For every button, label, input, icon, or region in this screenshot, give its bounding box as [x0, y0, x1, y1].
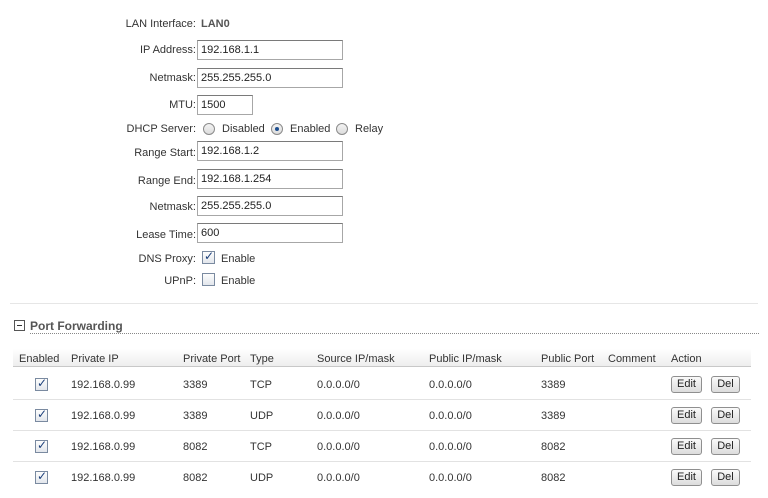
row-1-public-ip: 0.0.0.0/0: [429, 379, 472, 391]
range-end-input[interactable]: [197, 169, 343, 189]
col-enabled[interactable]: Enabled: [19, 352, 59, 366]
row-4-private-ip: 192.168.0.99: [71, 472, 136, 484]
row-3-type: TCP: [250, 441, 272, 453]
row-3-source: 0.0.0.0/0: [317, 441, 360, 453]
row-2-public-port: 3389: [541, 410, 566, 422]
lease-time-label: Lease Time:: [136, 229, 196, 241]
row-4-enabled-checkbox[interactable]: [35, 469, 48, 484]
row-divider: [13, 399, 751, 400]
port-forwarding-title: Port Forwarding: [30, 319, 123, 333]
row-1-type: TCP: [250, 379, 272, 391]
col-public-ip-mask[interactable]: Public IP/mask: [429, 352, 502, 366]
row-3-enabled-checkbox[interactable]: [35, 438, 48, 453]
dhcp-enabled-radio[interactable]: [271, 123, 283, 135]
row-4-public-ip: 0.0.0.0/0: [429, 472, 472, 484]
ip-address-input[interactable]: [197, 40, 343, 60]
col-private-port[interactable]: Private Port: [183, 352, 240, 366]
row-2-source: 0.0.0.0/0: [317, 410, 360, 422]
col-source-ip-mask[interactable]: Source IP/mask: [317, 352, 395, 366]
row-3-edit-button[interactable]: Edit: [671, 438, 702, 455]
row-4-source: 0.0.0.0/0: [317, 472, 360, 484]
row-3-del-button[interactable]: Del: [711, 438, 740, 455]
row-3-public-port: 8082: [541, 441, 566, 453]
section-title-underline: [30, 333, 759, 334]
col-action[interactable]: Action: [671, 352, 702, 366]
row-1-del-button[interactable]: Del: [711, 376, 740, 393]
row-4-private-port: 8082: [183, 472, 208, 484]
row-divider: [13, 430, 751, 431]
dns-proxy-checkbox[interactable]: [202, 249, 215, 264]
row-1-public-port: 3389: [541, 379, 566, 391]
row-2-private-ip: 192.168.0.99: [71, 410, 136, 422]
range-end-label: Range End:: [137, 175, 196, 187]
ip-address-label: IP Address:: [139, 44, 196, 56]
row-1-enabled-checkbox[interactable]: [35, 376, 48, 391]
netmask-input[interactable]: [197, 68, 343, 88]
dhcp-relay-label: Relay: [355, 123, 384, 135]
lease-time-input[interactable]: [197, 223, 343, 243]
row-2-enabled-checkbox[interactable]: [35, 407, 48, 422]
range-start-label: Range Start:: [134, 147, 196, 159]
row-2-type: UDP: [250, 410, 274, 422]
row-2-private-port: 3389: [183, 410, 208, 422]
dhcp-enabled-label: Enabled: [290, 123, 331, 135]
row-1-edit-button[interactable]: Edit: [671, 376, 702, 393]
dhcp-server-label: DHCP Server:: [126, 123, 196, 135]
upnp-checkbox[interactable]: [202, 273, 215, 286]
dhcp-netmask-label: Netmask:: [149, 201, 196, 213]
row-3-public-ip: 0.0.0.0/0: [429, 441, 472, 453]
row-1-private-ip: 192.168.0.99: [71, 379, 136, 391]
dns-proxy-enable-label: Enable: [221, 253, 256, 265]
dhcp-netmask-input[interactable]: [197, 196, 343, 216]
row-3-private-port: 8082: [183, 441, 208, 453]
row-1-private-port: 3389: [183, 379, 208, 391]
dhcp-relay-radio[interactable]: [336, 123, 348, 135]
col-type[interactable]: Type: [250, 352, 274, 366]
col-comment[interactable]: Comment: [608, 352, 656, 366]
row-4-public-port: 8082: [541, 472, 566, 484]
collapse-minus-icon[interactable]: [14, 320, 25, 331]
row-2-edit-button[interactable]: Edit: [671, 407, 702, 424]
row-3-private-ip: 192.168.0.99: [71, 441, 136, 453]
mtu-label: MTU:: [169, 99, 196, 111]
row-2-del-button[interactable]: Del: [711, 407, 740, 424]
range-start-input[interactable]: [197, 141, 343, 161]
col-private-ip[interactable]: Private IP: [71, 352, 119, 366]
lan-interface-value: LAN0: [201, 18, 230, 30]
dhcp-disabled-radio[interactable]: [203, 123, 215, 135]
row-4-edit-button[interactable]: Edit: [671, 469, 702, 486]
row-1-source: 0.0.0.0/0: [317, 379, 360, 391]
section-divider: [10, 303, 758, 304]
upnp-label: UPnP:: [164, 275, 196, 287]
row-4-del-button[interactable]: Del: [711, 469, 740, 486]
row-2-public-ip: 0.0.0.0/0: [429, 410, 472, 422]
dhcp-disabled-label: Disabled: [222, 123, 265, 135]
netmask-label: Netmask:: [149, 72, 196, 84]
mtu-input[interactable]: [197, 95, 253, 115]
upnp-enable-label: Enable: [221, 275, 256, 287]
col-public-port[interactable]: Public Port: [541, 352, 594, 366]
lan-interface-label: LAN Interface:: [125, 18, 196, 30]
row-divider: [13, 461, 751, 462]
dns-proxy-label: DNS Proxy:: [138, 253, 196, 265]
row-4-type: UDP: [250, 472, 274, 484]
